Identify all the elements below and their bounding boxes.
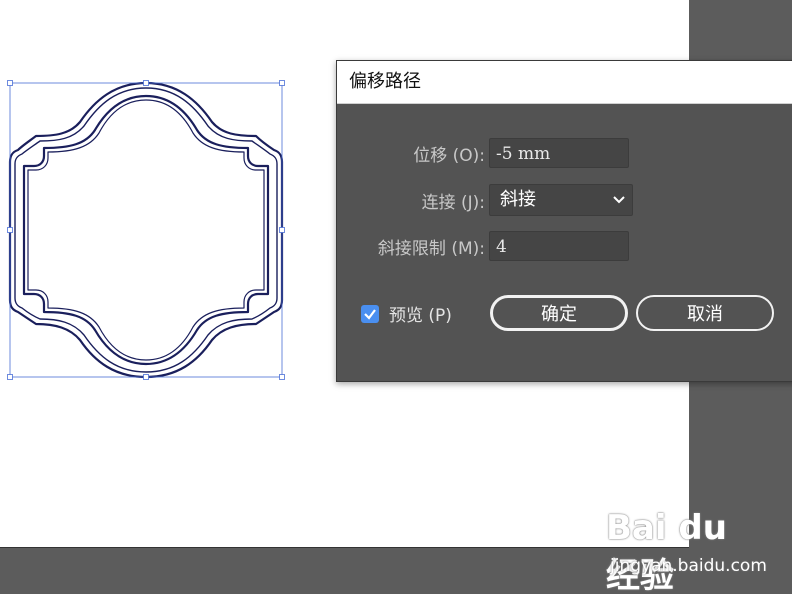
watermark-logo: Bai du 经验: [606, 508, 727, 596]
preview-checkbox[interactable]: [361, 304, 379, 323]
ok-button[interactable]: 确定: [490, 295, 628, 331]
selection-bounding-box[interactable]: [7, 80, 285, 380]
offset-input[interactable]: -5 mm: [489, 138, 629, 168]
joins-select[interactable]: 斜接: [489, 184, 633, 216]
miter-limit-input[interactable]: 4: [489, 231, 629, 261]
joins-label: 连接 (J):: [421, 192, 485, 213]
preview-checkbox-group[interactable]: 预览 (P): [361, 301, 452, 326]
dialog-title[interactable]: 偏移路径: [337, 61, 792, 104]
joins-row: 连接 (J): 斜接: [337, 184, 633, 216]
offset-row: 位移 (O): -5 mm: [337, 137, 629, 169]
chevron-down-icon: [613, 196, 625, 204]
joins-selected-value: 斜接: [500, 189, 536, 210]
offset-preview-path: [22, 94, 270, 366]
artboard-edge: [0, 547, 689, 548]
offset-path-dialog: 偏移路径 位移 (O): -5 mm 连接 (J): 斜接 斜接限制 (M): …: [336, 60, 792, 382]
checkmark-icon: [364, 308, 376, 320]
outer-frame-path[interactable]: [8, 81, 284, 379]
cancel-button[interactable]: 取消: [636, 295, 774, 331]
preview-label[interactable]: 预览 (P): [389, 301, 452, 326]
baidu-watermark: Bai du 经验 jingyan.baidu.com: [606, 508, 767, 596]
miter-limit-label: 斜接限制 (M):: [377, 238, 485, 259]
miter-limit-row: 斜接限制 (M): 4: [337, 230, 629, 262]
watermark-url: jingyan.baidu.com: [610, 556, 767, 576]
selected-frame-artwork[interactable]: [0, 70, 300, 390]
offset-label: 位移 (O):: [413, 145, 485, 166]
